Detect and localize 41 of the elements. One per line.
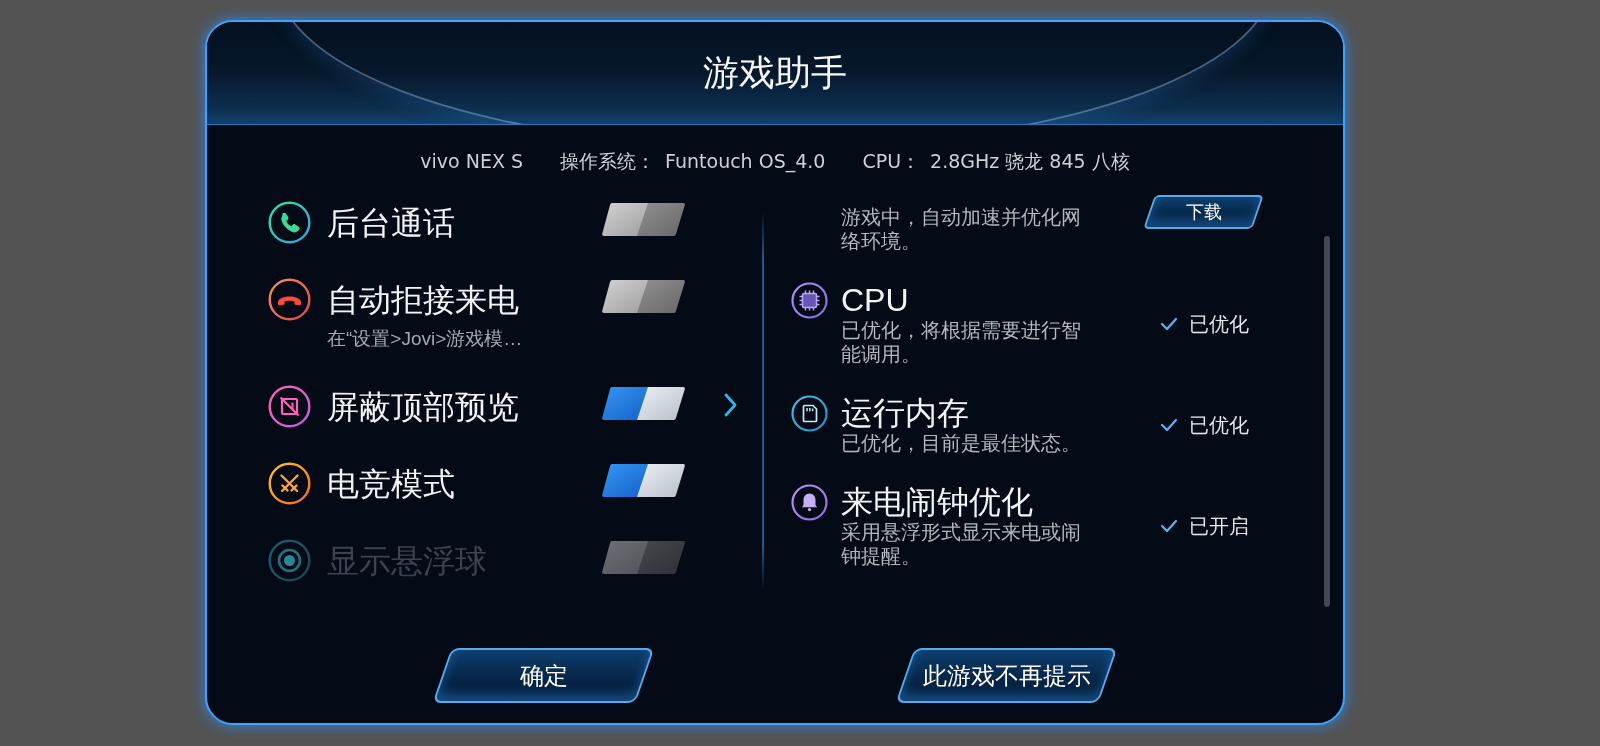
feature-description: 已优化，目前是最佳状态。 xyxy=(841,431,1082,455)
setting-label: 后台通话 xyxy=(327,204,456,243)
download-button[interactable]: 下载 xyxy=(1143,195,1264,229)
spec-value: Funtouch OS_4.0 xyxy=(665,149,826,173)
feature-title: 运行内存 xyxy=(841,395,970,431)
feature-title: CPU xyxy=(841,282,910,318)
toggle-switch[interactable] xyxy=(602,203,685,236)
setting-label: 自动拒接来电 xyxy=(327,281,520,320)
setting-hint: 在“设置>Jovi>游戏模… xyxy=(327,327,524,351)
memory-card-icon xyxy=(791,395,828,432)
status-text: 已开启 xyxy=(1189,514,1249,538)
check-icon xyxy=(1160,317,1178,331)
hang-up-phone-icon xyxy=(268,278,311,321)
setting-label: 屏蔽顶部预览 xyxy=(327,388,520,427)
spec-label: 操作系统： xyxy=(560,149,656,173)
toggle-switch[interactable] xyxy=(602,280,685,313)
spec-label: CPU： xyxy=(862,149,921,173)
status-text: 已优化 xyxy=(1189,413,1249,437)
scrollbar[interactable] xyxy=(1324,236,1330,607)
feature-description: 游戏中，自动加速并优化网络环境。 xyxy=(841,205,1082,253)
feature-title: 来电闹钟优化 xyxy=(841,484,1034,520)
toggle-switch[interactable] xyxy=(602,387,685,420)
spec-value: 2.8GHz 骁龙 845 八核 xyxy=(930,149,1130,173)
cpu-chip-icon xyxy=(791,282,828,319)
chevron-right-icon[interactable] xyxy=(723,393,738,417)
feature-description: 已优化，将根据需要进行智能调用。 xyxy=(841,318,1082,366)
bell-icon xyxy=(791,484,828,521)
check-icon xyxy=(1160,418,1178,432)
toggle-switch[interactable] xyxy=(602,464,685,497)
dialog-button[interactable]: 此游戏不再提示 xyxy=(895,648,1118,703)
dialog-button[interactable]: 确定 xyxy=(432,648,655,703)
status-text: 已优化 xyxy=(1189,312,1249,336)
crossed-swords-icon xyxy=(268,462,311,505)
feature-description: 采用悬浮形式显示来电或闹钟提醒。 xyxy=(841,520,1082,568)
dialog-title: 游戏助手 xyxy=(703,51,847,95)
phone-icon xyxy=(268,201,311,244)
check-icon xyxy=(1160,519,1178,533)
setting-label: 显示悬浮球 xyxy=(327,542,488,581)
setting-label: 电竞模式 xyxy=(327,465,456,504)
device-model: vivo NEX S xyxy=(420,149,524,173)
concentric-circles-icon xyxy=(268,539,311,582)
